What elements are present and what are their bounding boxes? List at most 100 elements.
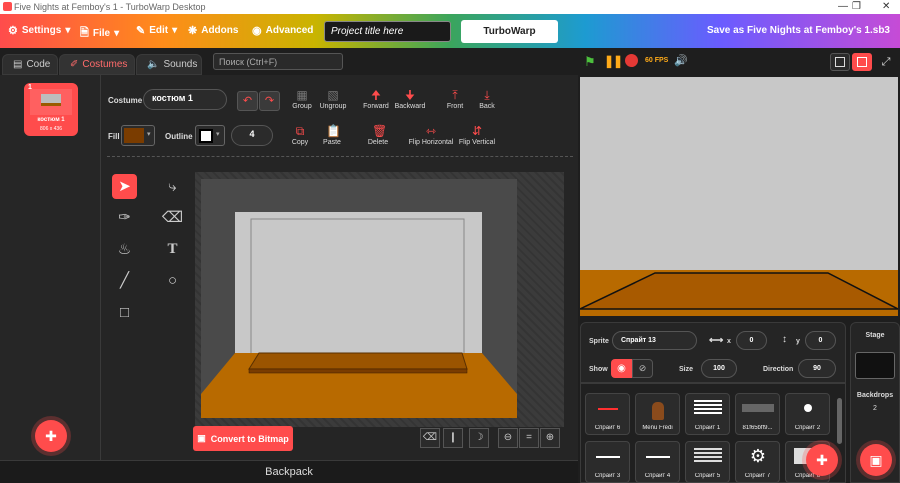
save-as-button[interactable]: Save as Five Nights at Femboy's 1.sb3	[707, 25, 890, 36]
costume-index: 1	[28, 84, 32, 91]
tab-sounds[interactable]: 🔈 Sounds	[136, 54, 202, 75]
hide-sprite-button[interactable]: ⊘	[632, 359, 653, 378]
settings-menu[interactable]: ⚙ Settings ▾	[8, 24, 70, 37]
eraser-tool[interactable]: ⌫	[160, 205, 185, 230]
size-input[interactable]: 100	[701, 359, 737, 378]
y-label: y	[796, 338, 800, 345]
undo-button[interactable]: ↶	[237, 91, 258, 111]
direction-label: Direction	[763, 366, 794, 373]
outline-width-input[interactable]: 4	[231, 125, 273, 146]
sprite-tile[interactable]: Спрайт 4	[635, 441, 680, 483]
minimize-icon[interactable]: —	[838, 1, 848, 12]
feedback-button[interactable]: TurboWarp Feedback	[461, 20, 558, 60]
delete-button[interactable]: 🗑 Delete	[365, 125, 391, 146]
line-icon: ╱	[119, 272, 130, 289]
dark-mode-button[interactable]: ☽	[469, 428, 489, 448]
tab-costumes[interactable]: ✐ Costumes	[59, 54, 135, 75]
reshape-tool[interactable]: ⤷	[160, 174, 185, 199]
backward-button[interactable]: 🠋 Backward	[393, 89, 427, 110]
paste-button[interactable]: 📋 Paste	[319, 125, 345, 146]
drawing-canvas[interactable]	[201, 179, 517, 418]
addons-button[interactable]: ❋ Addons	[188, 24, 238, 37]
convert-to-bitmap-button[interactable]: ▣ Convert to Bitmap	[193, 426, 293, 451]
add-costume-button[interactable]: ✚	[35, 420, 67, 452]
image-icon: ▣	[197, 433, 206, 443]
circle-tool[interactable]: ○	[160, 268, 185, 293]
zoom-in-button[interactable]: ⊕	[540, 428, 560, 448]
close-icon[interactable]: ✕	[882, 1, 890, 12]
sprite-list-scrollbar[interactable]	[837, 398, 842, 444]
search-input[interactable]: Поиск (Ctrl+F)	[213, 53, 343, 70]
select-tool[interactable]: ➤	[112, 174, 137, 199]
fill-tool[interactable]: ♨	[112, 237, 137, 262]
canvas-area[interactable]	[195, 172, 564, 427]
edit-menu[interactable]: ✎ Edit ▾	[136, 24, 177, 37]
forward-button[interactable]: 🠉 Forward	[361, 89, 391, 110]
sprite-name-input[interactable]: Спрайт 13	[612, 331, 697, 350]
costume-item[interactable]: 1 костюм 1 806 x 436	[24, 83, 78, 136]
rectangle-tool[interactable]: □	[112, 300, 137, 325]
arrow-top-icon: ⤒	[452, 88, 458, 102]
back-button[interactable]: ⤓ Back	[475, 89, 499, 110]
front-button[interactable]: ⤒ Front	[443, 89, 467, 110]
small-stage-button[interactable]	[830, 53, 850, 71]
grid-toggle-button[interactable]: ❙	[443, 428, 463, 448]
arrow-up-icon: 🠉	[371, 88, 381, 102]
fill-color-picker[interactable]: ▾	[121, 125, 155, 146]
sprite-tile[interactable]: Спрайт 5	[685, 441, 730, 483]
sprite-tile[interactable]: Спрайт 2	[785, 393, 830, 435]
zoom-out-button[interactable]: ⊖	[498, 428, 518, 448]
sprite-tile[interactable]: 81f65bff9...	[735, 393, 780, 435]
show-sprite-button[interactable]: ◉	[611, 359, 632, 378]
tab-code[interactable]: ▤ Code	[2, 54, 58, 75]
x-position-input[interactable]: 0	[736, 331, 767, 350]
stage-canvas[interactable]	[580, 77, 898, 316]
green-flag-icon[interactable]: ⚑	[584, 54, 596, 70]
sprite-thumbnail	[694, 448, 722, 464]
outline-color-picker[interactable]: ▾	[195, 125, 225, 146]
vertical-arrows-icon: ↕	[782, 334, 787, 345]
y-position-input[interactable]: 0	[805, 331, 836, 350]
zoom-reset-button[interactable]: =	[519, 428, 539, 448]
file-menu[interactable]: 🗎 File ▾	[80, 24, 119, 43]
sprite-tile[interactable]: Menu Fredi	[635, 393, 680, 435]
sprite-label: Sprite	[589, 338, 609, 345]
speaker-icon[interactable]: 🔊	[674, 54, 688, 67]
stage-header: ⚑ ❚❚ 60 FPS 🔊 ⤢	[578, 48, 900, 76]
fullscreen-button[interactable]: ⤢	[876, 53, 896, 71]
eraser-icon: ⌫	[161, 209, 184, 226]
stop-icon[interactable]	[625, 54, 638, 67]
horizontal-arrows-icon: ⟷	[709, 335, 724, 346]
sprite-tile[interactable]: Спрайт 6	[585, 393, 630, 435]
maximize-icon[interactable]: ❐	[852, 1, 861, 12]
backpack-bar[interactable]: Backpack	[0, 460, 578, 483]
large-stage-button[interactable]	[852, 53, 872, 71]
direction-input[interactable]: 90	[798, 359, 836, 378]
fill-label: Fill	[108, 132, 120, 141]
window-title: Five Nights at Femboy's 1 - TurboWarp De…	[14, 2, 206, 12]
sprite-tile[interactable]: Спрайт 3	[585, 441, 630, 483]
flip-horizontal-button[interactable]: ⇿ Flip Horizontal	[407, 125, 455, 146]
outline-label: Outline	[165, 132, 193, 141]
copy-button[interactable]: ⧉ Copy	[289, 125, 311, 146]
add-backdrop-button[interactable]: ▣	[860, 444, 892, 476]
line-tool[interactable]: ╱	[112, 268, 137, 293]
brush-tool[interactable]: ✑	[112, 205, 137, 230]
text-tool[interactable]: T	[160, 237, 185, 262]
ungroup-button[interactable]: ▧ Ungroup	[318, 89, 348, 110]
sprite-tile[interactable]: Спрайт 1	[685, 393, 730, 435]
project-title-input[interactable]: Project title here	[324, 21, 451, 42]
eraser-mode-button[interactable]: ⌫	[420, 428, 440, 448]
flip-vertical-button[interactable]: ⇵ Flip Vertical	[457, 125, 497, 146]
advanced-menu[interactable]: ◉ Advanced	[252, 24, 313, 37]
pause-icon[interactable]: ❚❚	[604, 54, 623, 68]
redo-button[interactable]: ↷	[259, 91, 280, 111]
add-sprite-button[interactable]: ✚	[806, 444, 838, 476]
costume-name: костюм 1	[37, 117, 65, 123]
costume-name-input[interactable]: костюм 1	[143, 89, 227, 110]
stage-selector[interactable]: Stage Backdrops 2 ▣	[850, 322, 900, 483]
sprite-tile[interactable]: ⚙ Спрайт 7	[735, 441, 780, 483]
group-button[interactable]: ▦ Group	[288, 89, 316, 110]
speaker-icon: 🔈	[147, 59, 160, 70]
sprite-info-panel: Sprite Спрайт 13 ⟷ x 0 ↕ y 0 Show ◉ ⊘ Si…	[580, 322, 846, 383]
